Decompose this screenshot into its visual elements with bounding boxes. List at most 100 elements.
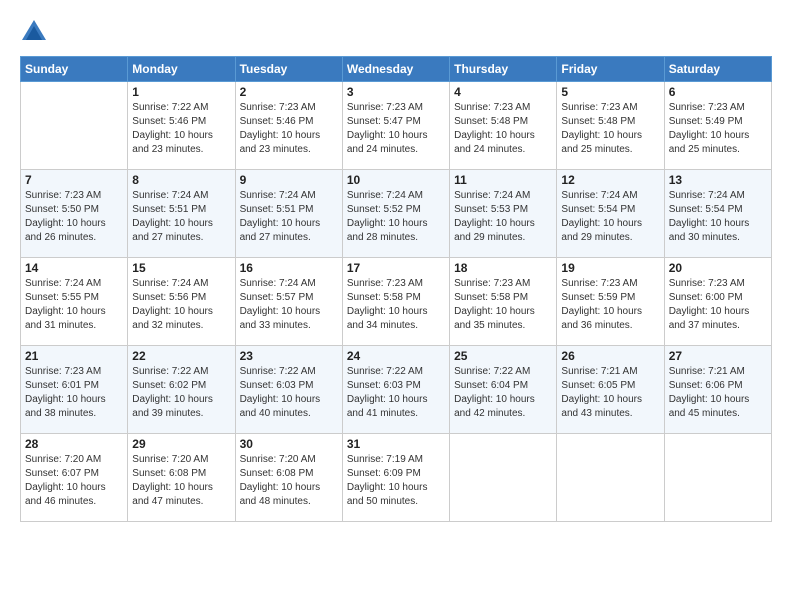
- calendar-cell: 25 Sunrise: 7:22 AM Sunset: 6:04 PM Dayli…: [450, 346, 557, 434]
- cell-content: Sunrise: 7:22 AM Sunset: 6:02 PM Dayligh…: [132, 365, 230, 421]
- calendar-cell: 21 Sunrise: 7:23 AM Sunset: 6:01 PM Dayli…: [21, 346, 128, 434]
- cell-content: Sunrise: 7:24 AM Sunset: 5:54 PM Dayligh…: [669, 189, 767, 245]
- calendar-cell: 22 Sunrise: 7:22 AM Sunset: 6:02 PM Dayli…: [128, 346, 235, 434]
- calendar-cell: 13Sunrise: 7:24 AM Sunset: 5:54 PM Dayli…: [664, 170, 771, 258]
- calendar-cell: 15 Sunrise: 7:24 AM Sunset: 5:56 PM Dayli…: [128, 258, 235, 346]
- cell-content: Sunrise: 7:20 AM Sunset: 6:08 PM Dayligh…: [132, 453, 230, 509]
- cell-content: Sunrise: 7:24 AM Sunset: 5:54 PM Dayligh…: [561, 189, 659, 245]
- calendar-table: SundayMondayTuesdayWednesdayThursdayFrid…: [20, 56, 772, 522]
- calendar-cell: 10 Sunrise: 7:24 AM Sunset: 5:52 PM Dayli…: [342, 170, 449, 258]
- week-row-1: 1 Sunrise: 7:22 AM Sunset: 5:46 PM Daylig…: [21, 82, 772, 170]
- day-number: 31: [347, 437, 445, 451]
- day-number: 18: [454, 261, 552, 275]
- calendar-cell: 28 Sunrise: 7:20 AM Sunset: 6:07 PM Dayli…: [21, 434, 128, 522]
- calendar-cell: 7 Sunrise: 7:23 AM Sunset: 5:50 PM Daylig…: [21, 170, 128, 258]
- day-number: 22: [132, 349, 230, 363]
- calendar-cell: 18 Sunrise: 7:23 AM Sunset: 5:58 PM Dayli…: [450, 258, 557, 346]
- day-number: 15: [132, 261, 230, 275]
- day-number: 8: [132, 173, 230, 187]
- day-number: 5: [561, 85, 659, 99]
- cell-content: Sunrise: 7:21 AM Sunset: 6:05 PM Dayligh…: [561, 365, 659, 421]
- calendar-cell: 2 Sunrise: 7:23 AM Sunset: 5:46 PM Daylig…: [235, 82, 342, 170]
- cell-content: Sunrise: 7:20 AM Sunset: 6:08 PM Dayligh…: [240, 453, 338, 509]
- cell-content: Sunrise: 7:23 AM Sunset: 5:47 PM Dayligh…: [347, 101, 445, 157]
- day-number: 3: [347, 85, 445, 99]
- day-number: 25: [454, 349, 552, 363]
- calendar-cell: 11 Sunrise: 7:24 AM Sunset: 5:53 PM Dayli…: [450, 170, 557, 258]
- cell-content: Sunrise: 7:23 AM Sunset: 6:00 PM Dayligh…: [669, 277, 767, 333]
- cell-content: Sunrise: 7:23 AM Sunset: 5:49 PM Dayligh…: [669, 101, 767, 157]
- calendar-cell: [664, 434, 771, 522]
- header-sunday: Sunday: [21, 57, 128, 82]
- cell-content: Sunrise: 7:23 AM Sunset: 5:46 PM Dayligh…: [240, 101, 338, 157]
- cell-content: Sunrise: 7:24 AM Sunset: 5:55 PM Dayligh…: [25, 277, 123, 333]
- cell-content: Sunrise: 7:23 AM Sunset: 6:01 PM Dayligh…: [25, 365, 123, 421]
- calendar-cell: 23 Sunrise: 7:22 AM Sunset: 6:03 PM Dayli…: [235, 346, 342, 434]
- calendar-cell: 19Sunrise: 7:23 AM Sunset: 5:59 PM Dayli…: [557, 258, 664, 346]
- calendar-cell: 3 Sunrise: 7:23 AM Sunset: 5:47 PM Daylig…: [342, 82, 449, 170]
- cell-content: Sunrise: 7:24 AM Sunset: 5:52 PM Dayligh…: [347, 189, 445, 245]
- day-number: 6: [669, 85, 767, 99]
- day-number: 4: [454, 85, 552, 99]
- calendar-cell: 16 Sunrise: 7:24 AM Sunset: 5:57 PM Dayli…: [235, 258, 342, 346]
- cell-content: Sunrise: 7:22 AM Sunset: 5:46 PM Dayligh…: [132, 101, 230, 157]
- cell-content: Sunrise: 7:22 AM Sunset: 6:03 PM Dayligh…: [347, 365, 445, 421]
- day-number: 29: [132, 437, 230, 451]
- day-number: 20: [669, 261, 767, 275]
- header-saturday: Saturday: [664, 57, 771, 82]
- day-number: 23: [240, 349, 338, 363]
- header-friday: Friday: [557, 57, 664, 82]
- cell-content: Sunrise: 7:23 AM Sunset: 5:48 PM Dayligh…: [561, 101, 659, 157]
- day-number: 30: [240, 437, 338, 451]
- day-number: 10: [347, 173, 445, 187]
- calendar-cell: 5 Sunrise: 7:23 AM Sunset: 5:48 PM Daylig…: [557, 82, 664, 170]
- cell-content: Sunrise: 7:24 AM Sunset: 5:53 PM Dayligh…: [454, 189, 552, 245]
- calendar-cell: [21, 82, 128, 170]
- calendar-cell: 1 Sunrise: 7:22 AM Sunset: 5:46 PM Daylig…: [128, 82, 235, 170]
- cell-content: Sunrise: 7:24 AM Sunset: 5:56 PM Dayligh…: [132, 277, 230, 333]
- day-number: 21: [25, 349, 123, 363]
- cell-content: Sunrise: 7:22 AM Sunset: 6:04 PM Dayligh…: [454, 365, 552, 421]
- cell-content: Sunrise: 7:19 AM Sunset: 6:09 PM Dayligh…: [347, 453, 445, 509]
- calendar-cell: 17 Sunrise: 7:23 AM Sunset: 5:58 PM Dayli…: [342, 258, 449, 346]
- calendar-cell: 27 Sunrise: 7:21 AM Sunset: 6:06 PM Dayli…: [664, 346, 771, 434]
- day-number: 1: [132, 85, 230, 99]
- cell-content: Sunrise: 7:22 AM Sunset: 6:03 PM Dayligh…: [240, 365, 338, 421]
- cell-content: Sunrise: 7:23 AM Sunset: 5:50 PM Dayligh…: [25, 189, 123, 245]
- day-number: 7: [25, 173, 123, 187]
- week-row-3: 14Sunrise: 7:24 AM Sunset: 5:55 PM Dayli…: [21, 258, 772, 346]
- day-number: 2: [240, 85, 338, 99]
- calendar-cell: 30 Sunrise: 7:20 AM Sunset: 6:08 PM Dayli…: [235, 434, 342, 522]
- calendar-cell: 29 Sunrise: 7:20 AM Sunset: 6:08 PM Dayli…: [128, 434, 235, 522]
- page-header: [20, 18, 772, 46]
- calendar-cell: 12 Sunrise: 7:24 AM Sunset: 5:54 PM Dayli…: [557, 170, 664, 258]
- cell-content: Sunrise: 7:23 AM Sunset: 5:58 PM Dayligh…: [454, 277, 552, 333]
- cell-content: Sunrise: 7:24 AM Sunset: 5:51 PM Dayligh…: [132, 189, 230, 245]
- cell-content: Sunrise: 7:23 AM Sunset: 5:48 PM Dayligh…: [454, 101, 552, 157]
- day-number: 27: [669, 349, 767, 363]
- logo: [20, 18, 52, 46]
- cell-content: Sunrise: 7:23 AM Sunset: 5:59 PM Dayligh…: [561, 277, 659, 333]
- header-tuesday: Tuesday: [235, 57, 342, 82]
- day-number: 17: [347, 261, 445, 275]
- day-number: 12: [561, 173, 659, 187]
- day-number: 24: [347, 349, 445, 363]
- calendar-cell: [450, 434, 557, 522]
- header-wednesday: Wednesday: [342, 57, 449, 82]
- day-number: 26: [561, 349, 659, 363]
- logo-icon: [20, 18, 48, 46]
- header-row: SundayMondayTuesdayWednesdayThursdayFrid…: [21, 57, 772, 82]
- header-thursday: Thursday: [450, 57, 557, 82]
- week-row-5: 28 Sunrise: 7:20 AM Sunset: 6:07 PM Dayli…: [21, 434, 772, 522]
- cell-content: Sunrise: 7:20 AM Sunset: 6:07 PM Dayligh…: [25, 453, 123, 509]
- calendar-cell: 31 Sunrise: 7:19 AM Sunset: 6:09 PM Dayli…: [342, 434, 449, 522]
- cell-content: Sunrise: 7:21 AM Sunset: 6:06 PM Dayligh…: [669, 365, 767, 421]
- cell-content: Sunrise: 7:23 AM Sunset: 5:58 PM Dayligh…: [347, 277, 445, 333]
- day-number: 28: [25, 437, 123, 451]
- calendar-cell: [557, 434, 664, 522]
- cell-content: Sunrise: 7:24 AM Sunset: 5:51 PM Dayligh…: [240, 189, 338, 245]
- calendar-cell: 20 Sunrise: 7:23 AM Sunset: 6:00 PM Dayli…: [664, 258, 771, 346]
- day-number: 16: [240, 261, 338, 275]
- day-number: 11: [454, 173, 552, 187]
- cell-content: Sunrise: 7:24 AM Sunset: 5:57 PM Dayligh…: [240, 277, 338, 333]
